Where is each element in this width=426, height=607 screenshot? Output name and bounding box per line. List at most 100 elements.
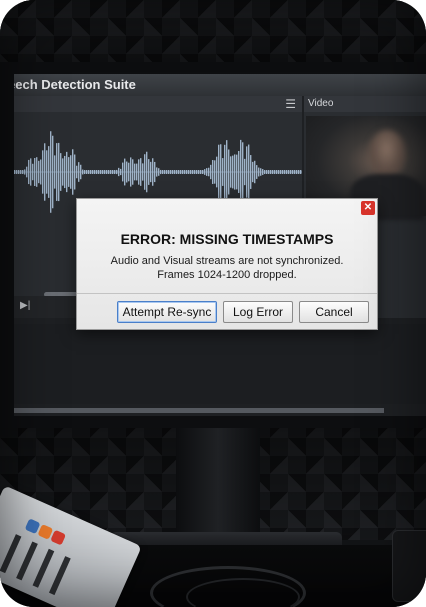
waveform-bar: [270, 170, 272, 174]
waveform-bar: [32, 163, 34, 181]
waveform-bar: [232, 155, 234, 189]
waveform-bar: [96, 170, 98, 174]
attempt-resync-button[interactable]: Attempt Re-sync: [117, 301, 217, 323]
waveform-bar: [94, 170, 96, 174]
waveform-bar: [64, 155, 66, 189]
waveform-bar: [106, 170, 108, 174]
waveform-bar: [130, 157, 132, 187]
waveform-bar: [110, 170, 112, 174]
waveform-bar: [144, 154, 146, 190]
waveform-bar: [172, 170, 174, 174]
waveform-bar: [14, 170, 16, 174]
waveform-bar: [220, 144, 222, 200]
waveform-bar: [112, 170, 114, 174]
waveform-bar: [34, 158, 36, 186]
waveform-bar: [120, 168, 122, 176]
waveform-bar: [278, 170, 280, 174]
waveform-bar: [250, 155, 252, 189]
lower-horizontal-scrollbar[interactable]: [14, 408, 384, 413]
waveform-bar: [138, 159, 140, 185]
waveform-bar: [58, 142, 60, 202]
waveform-bar: [100, 170, 102, 174]
waveform-bar: [66, 151, 68, 193]
waveform-bar: [238, 151, 240, 193]
waveform-bar: [126, 161, 128, 183]
waveform-bar: [122, 162, 124, 182]
mixer-fader: [16, 541, 38, 581]
waveform-bar: [196, 170, 198, 174]
waveform-bar: [182, 170, 184, 174]
waveform-bar: [206, 168, 208, 176]
waveform-bar: [260, 168, 262, 176]
waveform-bar: [198, 170, 200, 174]
waveform-bar: [136, 163, 138, 181]
waveform-bar: [290, 170, 292, 174]
waveform-bar: [280, 170, 282, 174]
waveform-bar: [80, 164, 82, 180]
waveform-bar: [296, 170, 298, 174]
dialog-separator: [77, 293, 377, 294]
waveform-bar: [48, 146, 50, 198]
waveform-bar: [40, 159, 42, 185]
waveform-bar: [90, 170, 92, 174]
waveform-bar: [156, 167, 158, 177]
waveform-bar: [268, 170, 270, 174]
waveform-bar: [154, 161, 156, 183]
waveform-bar: [44, 143, 46, 201]
waveform-bar: [46, 150, 48, 194]
dialog-message-line-1: Audio and Visual streams are not synchro…: [110, 255, 344, 267]
waveform-bar: [146, 151, 148, 193]
waveform-bar: [248, 144, 250, 200]
waveform-bar: [76, 165, 78, 179]
waveform-bar: [226, 140, 228, 204]
waveform-bar: [56, 143, 58, 201]
waveform-bar: [202, 170, 204, 174]
log-error-button[interactable]: Log Error: [223, 301, 293, 323]
video-pane-header: Video: [304, 96, 426, 112]
waveform-bar: [132, 159, 134, 185]
waveform-bar: [166, 170, 168, 174]
waveform-bar: [134, 163, 136, 181]
cancel-button[interactable]: Cancel: [299, 301, 369, 323]
waveform-bar: [218, 144, 220, 200]
waveform-bar: [240, 139, 242, 205]
waveform-bar: [200, 170, 202, 174]
mixer-fader: [0, 534, 22, 574]
waveform-bar: [236, 154, 238, 190]
waveform-bar: [148, 159, 150, 185]
waveform-bar: [54, 155, 56, 189]
waveform-bar: [104, 170, 106, 174]
waveform-bar: [88, 170, 90, 174]
waveform-bar: [264, 170, 266, 174]
close-icon[interactable]: ✕: [361, 201, 375, 215]
waveform-bar: [228, 149, 230, 195]
waveform-bar: [74, 154, 76, 190]
waveform-bar: [142, 163, 144, 181]
waveform-bar: [92, 170, 94, 174]
waveform-bar: [170, 170, 172, 174]
waveform-bar: [244, 158, 246, 186]
waveform-bar: [86, 170, 88, 174]
skip-forward-icon[interactable]: ▶|: [20, 300, 30, 311]
waveform-bar: [186, 170, 188, 174]
waveform-bar: [108, 170, 110, 174]
error-dialog: ✕ ERROR: MISSING TIMESTAMPS Audio and Vi…: [76, 198, 378, 330]
menu-icon[interactable]: ☰: [285, 96, 296, 112]
waveform-bar: [230, 156, 232, 188]
waveform-bar: [84, 170, 86, 174]
waveform-bar: [152, 158, 154, 186]
monitor-stand-neck: [176, 428, 260, 540]
mixer-knob-red: [50, 529, 67, 546]
app-title: eech Detection Suite: [14, 77, 136, 92]
waveform-bar: [160, 169, 162, 175]
waveform-bar: [38, 160, 40, 184]
waveform-bar: [212, 160, 214, 184]
waveform-bar: [192, 170, 194, 174]
waveform-bar: [28, 159, 30, 185]
waveform-bar: [62, 158, 64, 186]
waveform-bar: [24, 169, 26, 175]
waveform-bar: [158, 168, 160, 176]
waveform-bar: [30, 158, 32, 186]
waveform-bar: [288, 170, 290, 174]
waveform-bar: [194, 170, 196, 174]
